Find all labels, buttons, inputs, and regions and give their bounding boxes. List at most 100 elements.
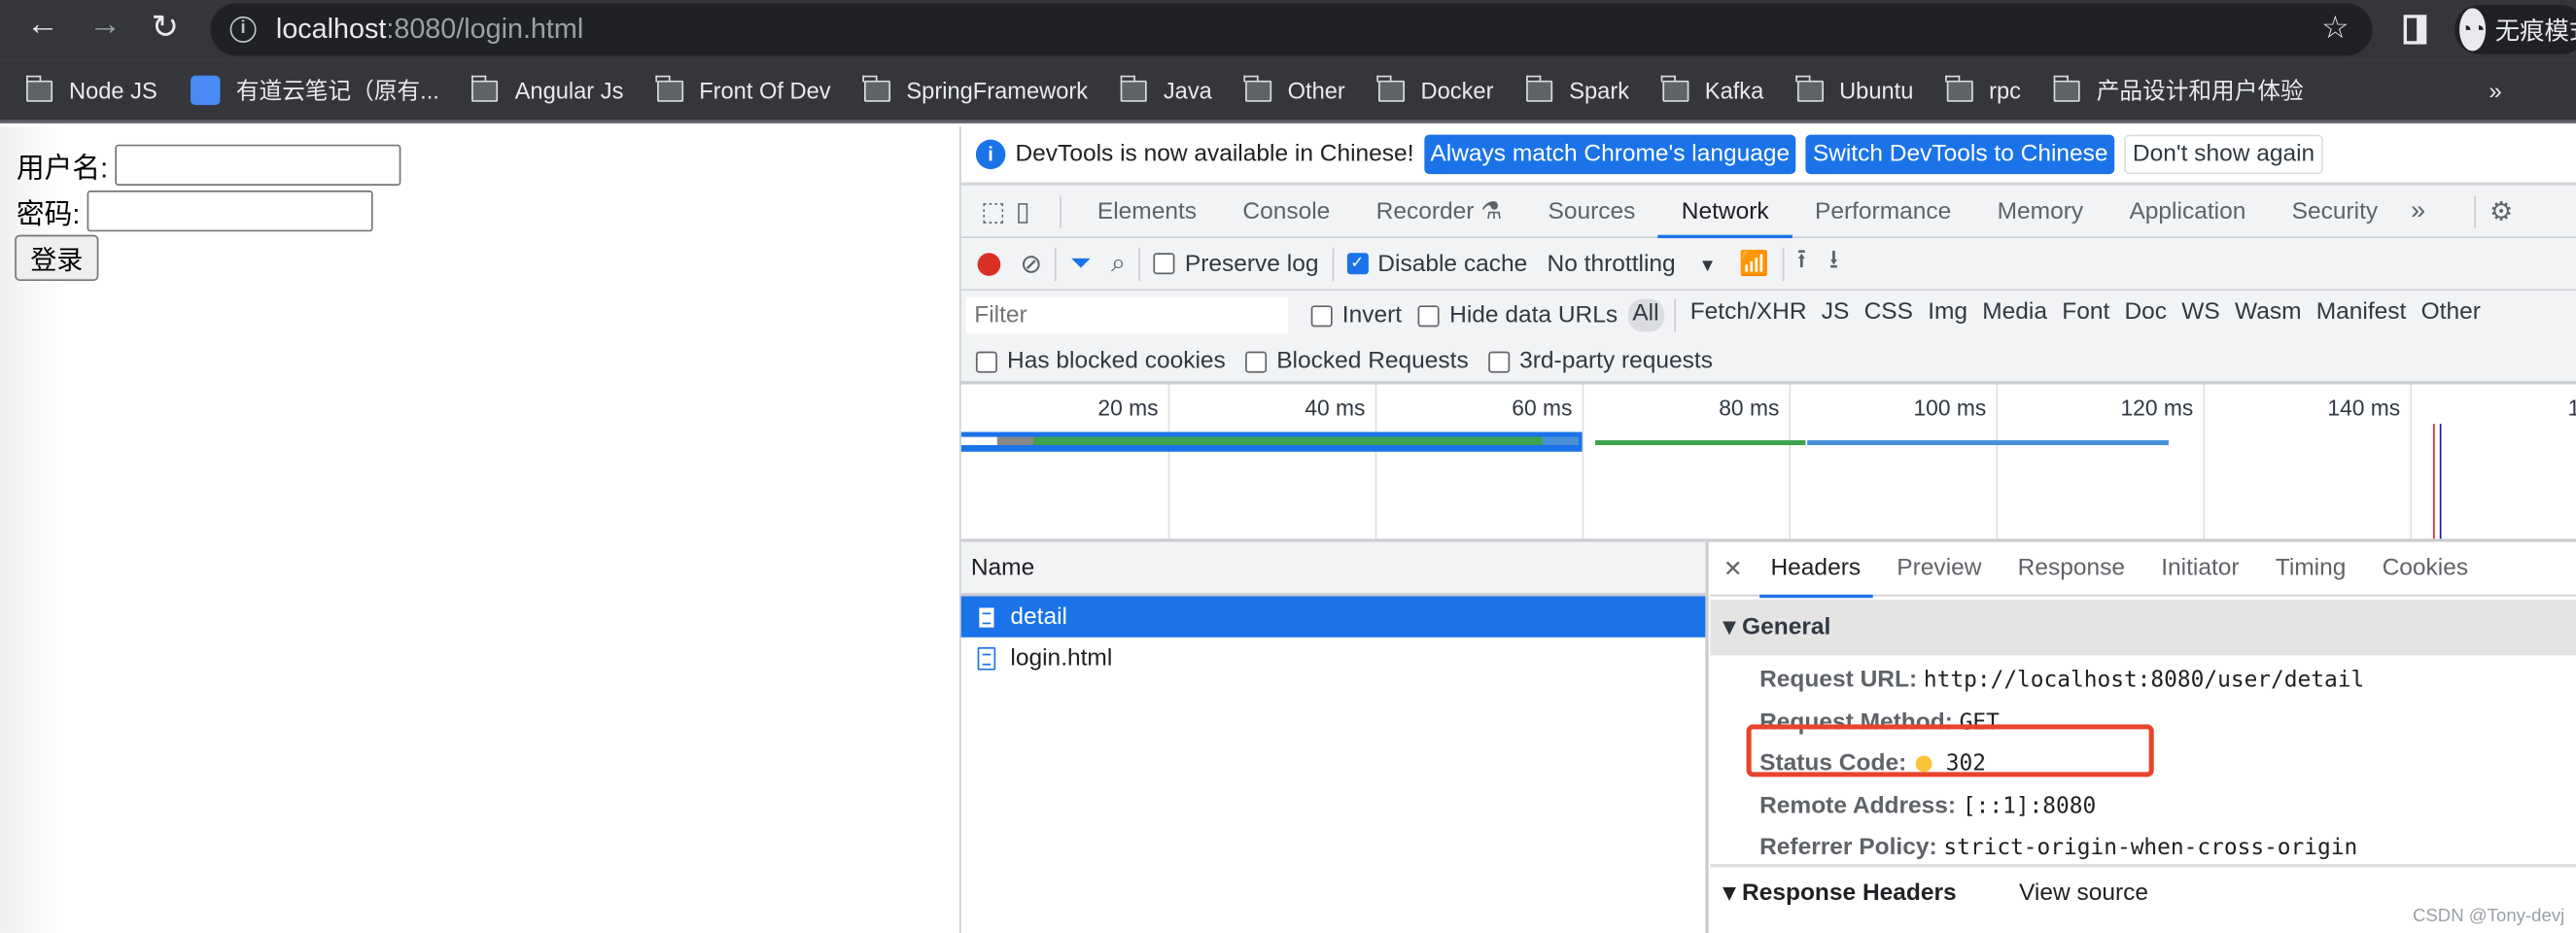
tab-performance[interactable]: Performance	[1792, 185, 1974, 237]
password-input[interactable]	[87, 190, 373, 232]
disable-cache-label: Disable cache	[1377, 250, 1528, 277]
password-label: 密码:	[16, 198, 81, 230]
third-party-checkbox[interactable]: 3rd-party requests	[1488, 348, 1713, 374]
incognito-profile[interactable]: ◔◔ 无痕模式	[2454, 5, 2576, 54]
tab-security[interactable]: Security	[2269, 185, 2401, 237]
site-info-icon[interactable]: i	[229, 16, 257, 43]
filter-type-font[interactable]: Font	[2062, 299, 2109, 332]
filter-type-fetch-xhr[interactable]: Fetch/XHR	[1690, 299, 1807, 332]
filter-type-other[interactable]: Other	[2421, 299, 2481, 332]
network-overview-timeline[interactable]: 20 ms 40 ms 60 ms 80 ms 100 ms 120 ms 140 ms 16…	[960, 384, 2576, 542]
bookmark-item[interactable]: Java	[1120, 74, 1212, 103]
filter-type-js[interactable]: JS	[1822, 299, 1850, 332]
preserve-log-checkbox[interactable]: Preserve log	[1153, 251, 1318, 277]
bookmark-item[interactable]: Front Of Dev	[655, 74, 831, 103]
filter-type-manifest[interactable]: Manifest	[2316, 299, 2407, 332]
bookmark-star-icon[interactable]: ☆	[2321, 10, 2350, 48]
tab-sources[interactable]: Sources	[1525, 185, 1658, 237]
detail-tab-timing[interactable]: Timing	[2257, 541, 2364, 596]
bookmark-item[interactable]: Docker	[1376, 74, 1493, 103]
filter-type-img[interactable]: Img	[1928, 299, 1967, 332]
view-source-link[interactable]: View source	[2019, 881, 2148, 907]
inspect-element-icon[interactable]: ⬚	[981, 194, 1006, 227]
tab-elements[interactable]: Elements	[1074, 185, 1219, 237]
filter-icon[interactable]: ⏷	[1070, 249, 1092, 278]
export-har-icon[interactable]: ⭳	[1829, 241, 1838, 286]
general-section-header[interactable]: ▾ General	[1710, 599, 2576, 656]
filter-type-css[interactable]: CSS	[1864, 299, 1913, 332]
bookmark-item[interactable]: Other	[1243, 74, 1345, 103]
bookmark-label: Spark	[1569, 77, 1630, 104]
infobar-message: DevTools is now available in Chinese!	[1015, 141, 1414, 168]
login-button[interactable]: 登录	[15, 234, 99, 282]
timeline-tick-label: 140 ms	[2327, 396, 2401, 421]
record-icon[interactable]	[977, 252, 1001, 276]
bookmark-label: Ubuntu	[1839, 77, 1914, 104]
detail-tabs: ✕ Headers Preview Response Initiator Timing C…	[1710, 541, 2576, 598]
bookmark-item[interactable]: 产品设计和用户体验	[2052, 74, 2304, 107]
tab-label: Recorder	[1375, 197, 1475, 225]
more-bookmarks-button[interactable]: »	[2489, 77, 2502, 103]
username-row: 用户名:	[17, 144, 400, 186]
filter-type-ws[interactable]: WS	[2181, 299, 2219, 332]
timeline-tick-label: 40 ms	[1305, 396, 1366, 421]
tab-application[interactable]: Application	[2106, 185, 2269, 237]
detail-tab-response[interactable]: Response	[2000, 541, 2143, 596]
hide-data-urls-checkbox[interactable]: Hide data URLs	[1418, 302, 1618, 328]
bookmark-item[interactable]: Spark	[1525, 74, 1630, 104]
username-input[interactable]	[114, 144, 400, 186]
bookmark-item[interactable]: Node JS	[25, 74, 157, 103]
clear-icon[interactable]: ⊘	[1021, 247, 1043, 280]
tab-network[interactable]: Network	[1658, 185, 1793, 239]
folder-icon	[1661, 74, 1688, 101]
disable-cache-checkbox[interactable]: ✓ Disable cache	[1346, 251, 1527, 277]
bookmark-item[interactable]: SpringFramework	[862, 74, 1088, 103]
device-toolbar-icon[interactable]: ▯	[1016, 194, 1030, 227]
tab-label: Network	[1681, 197, 1769, 225]
timeline-gridline	[1375, 384, 1377, 539]
bookmark-item[interactable]: Angular Js	[470, 74, 623, 103]
detail-tab-preview[interactable]: Preview	[1879, 541, 2000, 596]
back-icon[interactable]: ←	[26, 7, 59, 45]
filter-type-wasm[interactable]: Wasm	[2235, 299, 2302, 332]
detail-tab-headers[interactable]: Headers	[1753, 541, 1879, 598]
filter-input[interactable]	[965, 296, 1289, 334]
throttling-select[interactable]: No throttling ▼	[1548, 251, 1717, 277]
filter-type-doc[interactable]: Doc	[2124, 299, 2167, 332]
import-har-icon[interactable]: ⭱	[1797, 241, 1806, 286]
has-blocked-cookies-checkbox[interactable]: Has blocked cookies	[975, 348, 1226, 374]
dont-show-again-button[interactable]: Don't show again	[2124, 134, 2323, 175]
detail-tab-initiator[interactable]: Initiator	[2143, 541, 2258, 596]
filter-type-all[interactable]: All	[1627, 298, 1664, 332]
filter-type-media[interactable]: Media	[1982, 299, 2047, 332]
switch-chinese-button[interactable]: Switch DevTools to Chinese	[1806, 134, 2115, 175]
folder-icon	[25, 74, 53, 101]
bookmark-item[interactable]: Kafka	[1661, 74, 1763, 103]
settings-gear-icon[interactable]: ⚙	[2489, 194, 2513, 227]
tab-label: Performance	[1814, 197, 1952, 225]
tab-memory[interactable]: Memory	[1974, 185, 2106, 237]
bookmark-item[interactable]: 有道云笔记（原有...	[190, 74, 439, 107]
reload-icon[interactable]: ↻	[151, 7, 178, 48]
name-column-header[interactable]: Name	[960, 541, 1706, 597]
blocked-requests-checkbox[interactable]: Blocked Requests	[1245, 348, 1469, 374]
close-icon[interactable]: ✕	[1723, 554, 1743, 582]
tab-recorder[interactable]: Recorder ⚗	[1353, 185, 1525, 237]
bookmark-item[interactable]: Ubuntu	[1795, 74, 1914, 104]
forward-icon[interactable]: →	[88, 7, 122, 45]
response-headers-toggle[interactable]: ▾ Response Headers	[1723, 881, 1957, 907]
network-conditions-icon[interactable]: 📶	[1739, 250, 1769, 278]
request-row[interactable]: login.html	[961, 638, 1706, 678]
tab-console[interactable]: Console	[1220, 185, 1353, 237]
request-row[interactable]: detail	[960, 596, 1706, 638]
timeline-tick-label: 20 ms	[1097, 396, 1159, 421]
search-icon[interactable]: ⌕	[1111, 249, 1126, 278]
more-tabs-icon[interactable]: »	[2411, 196, 2425, 225]
address-bar[interactable]: i localhost:8080/login.html ☆	[210, 3, 2373, 56]
detail-tab-cookies[interactable]: Cookies	[2364, 541, 2487, 596]
match-language-button[interactable]: Always match Chrome's language	[1423, 134, 1796, 175]
invert-checkbox[interactable]: Invert	[1310, 302, 1402, 328]
bookmark-item[interactable]: rpc	[1945, 74, 2021, 103]
side-panel-icon[interactable]	[2403, 15, 2427, 45]
timeline-gridline	[1996, 384, 1999, 539]
